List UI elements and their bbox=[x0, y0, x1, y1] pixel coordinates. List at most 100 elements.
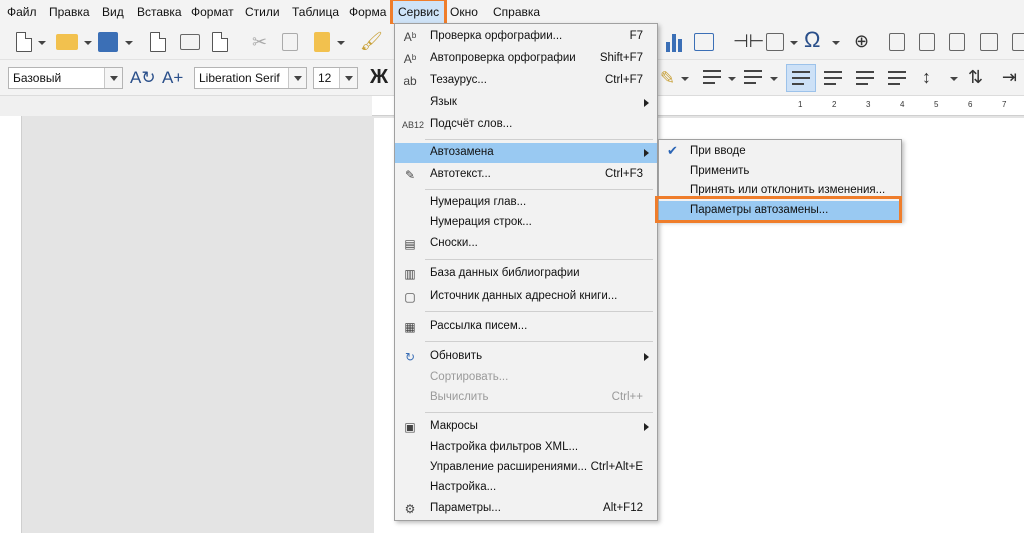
gear-icon: ⚙ bbox=[404, 502, 416, 516]
menu-item-mail-merge[interactable]: ▦ Рассылка писем... bbox=[395, 317, 657, 337]
menu-table[interactable]: Таблица bbox=[292, 0, 339, 24]
chevron-down-icon[interactable] bbox=[125, 41, 133, 45]
submenu-item-apply[interactable]: Применить bbox=[659, 162, 901, 182]
cut-icon[interactable]: ✂ bbox=[252, 31, 267, 53]
chevron-down-icon[interactable] bbox=[337, 41, 345, 45]
menu-item-label: Настройка... bbox=[430, 481, 497, 493]
menu-item-spellcheck[interactable]: Aᵇ Проверка орфографии... F7 bbox=[395, 27, 657, 47]
clone-formatting-icon[interactable]: 🖌 bbox=[360, 30, 383, 52]
spellcheck-icon: Aᵇ bbox=[403, 30, 417, 44]
menu-item-word-count[interactable]: AB12 Подсчёт слов... bbox=[395, 115, 657, 135]
highlight-icon[interactable]: ✎ bbox=[660, 67, 675, 89]
vertical-ruler[interactable] bbox=[0, 116, 22, 533]
chevron-down-icon[interactable] bbox=[950, 77, 958, 81]
chevron-down-icon[interactable] bbox=[770, 77, 778, 81]
menu-item-xml-filters[interactable]: Настройка фильтров XML... bbox=[395, 438, 657, 458]
menu-item-shortcut: Alt+F12 bbox=[603, 502, 643, 514]
open-folder-icon[interactable] bbox=[56, 34, 78, 50]
menu-styles[interactable]: Стили bbox=[245, 0, 280, 24]
shapes-icon[interactable] bbox=[1012, 33, 1024, 51]
align-center-icon[interactable] bbox=[824, 71, 842, 85]
page-break-icon[interactable]: ⊣⊢ bbox=[733, 30, 764, 52]
menu-help[interactable]: Справка bbox=[493, 0, 540, 24]
field-icon[interactable] bbox=[766, 33, 784, 51]
menu-form[interactable]: Форма bbox=[349, 0, 386, 24]
menu-item-bibliography[interactable]: ▥ База данных библиографии bbox=[395, 264, 657, 284]
align-left-icon bbox=[792, 71, 810, 85]
menu-item-autotext[interactable]: ✎ Автотекст... Ctrl+F3 bbox=[395, 165, 657, 185]
save-icon[interactable] bbox=[98, 32, 118, 52]
menu-item-line-numbering[interactable]: Нумерация строк... bbox=[395, 213, 657, 233]
font-name-combo[interactable]: Liberation Serif bbox=[194, 67, 307, 89]
menu-item-autospellcheck[interactable]: Aᵇ Автопроверка орфографии Shift+F7 bbox=[395, 49, 657, 69]
new-style-icon[interactable]: A+ bbox=[162, 67, 183, 89]
menu-item-address-book[interactable]: ▢ Источник данных адресной книги... bbox=[395, 287, 657, 307]
menu-item-language[interactable]: Язык bbox=[395, 93, 657, 113]
menu-item-label: Рассылка писем... bbox=[430, 320, 528, 332]
align-right-icon[interactable] bbox=[856, 71, 874, 85]
paste-icon[interactable] bbox=[314, 32, 330, 52]
menu-item-options[interactable]: ⚙ Параметры... Alt+F12 bbox=[395, 499, 657, 519]
menu-item-footnotes[interactable]: ▤ Сноски... bbox=[395, 234, 657, 254]
chevron-down-icon[interactable] bbox=[681, 77, 689, 81]
menu-item-thesaurus[interactable]: ab Тезаурус... Ctrl+F7 bbox=[395, 71, 657, 91]
chevron-down-icon[interactable] bbox=[790, 41, 798, 45]
export-pdf-icon[interactable] bbox=[150, 32, 166, 52]
menu-item-customize[interactable]: Настройка... bbox=[395, 478, 657, 498]
chevron-down-icon[interactable] bbox=[84, 41, 92, 45]
macros-icon: ▣ bbox=[404, 420, 416, 434]
submenu-item-while-typing[interactable]: ✔ При вводе bbox=[659, 142, 901, 162]
special-character-icon[interactable]: Ω bbox=[804, 29, 820, 51]
menu-item-calculate[interactable]: Вычислить Ctrl++ bbox=[395, 388, 657, 408]
font-size-combo[interactable]: 12 bbox=[313, 67, 358, 89]
chevron-down-icon[interactable] bbox=[339, 68, 357, 88]
footnote-icon[interactable] bbox=[889, 33, 905, 51]
footnotes-icon: ▤ bbox=[404, 237, 416, 251]
menu-window[interactable]: Окно bbox=[450, 0, 478, 24]
ruler-number: 7 bbox=[1002, 100, 1007, 109]
text-box-icon[interactable] bbox=[694, 33, 714, 51]
menu-edit[interactable]: Правка bbox=[49, 0, 90, 24]
menu-item-chapter-numbering[interactable]: Нумерация глав... bbox=[395, 193, 657, 213]
justify-icon[interactable] bbox=[888, 71, 906, 85]
menu-file[interactable]: Файл bbox=[7, 0, 37, 24]
menu-item-sort[interactable]: Сортировать... bbox=[395, 368, 657, 388]
menu-insert[interactable]: Вставка bbox=[137, 0, 182, 24]
chevron-down-icon[interactable] bbox=[832, 41, 840, 45]
chevron-down-icon[interactable] bbox=[728, 77, 736, 81]
comment-icon[interactable] bbox=[949, 33, 965, 51]
menu-item-label: Макросы bbox=[430, 420, 478, 432]
paragraph-style-combo[interactable]: Базовый bbox=[8, 67, 123, 89]
menu-format[interactable]: Формат bbox=[191, 0, 234, 24]
chevron-down-icon[interactable] bbox=[288, 68, 306, 88]
paragraph-spacing-icon[interactable]: ⇅ bbox=[968, 66, 983, 88]
chevron-down-icon[interactable] bbox=[38, 41, 46, 45]
print-preview-icon[interactable] bbox=[212, 32, 228, 52]
endnote-icon[interactable] bbox=[919, 33, 935, 51]
menu-separator bbox=[425, 341, 653, 342]
bold-button[interactable]: Ж bbox=[370, 66, 388, 89]
track-changes-icon[interactable] bbox=[980, 33, 998, 51]
menu-view[interactable]: Вид bbox=[102, 0, 124, 24]
bullet-list-icon[interactable] bbox=[703, 70, 721, 84]
copy-icon[interactable] bbox=[282, 33, 298, 51]
bibliography-icon: ▥ bbox=[404, 267, 416, 281]
print-icon[interactable] bbox=[180, 34, 200, 50]
update-style-icon[interactable]: A↻ bbox=[130, 67, 156, 89]
new-document-icon[interactable] bbox=[16, 32, 32, 52]
line-spacing-icon[interactable]: ↕ bbox=[922, 66, 931, 88]
menu-item-update[interactable]: ↻ Обновить bbox=[395, 347, 657, 367]
menu-item-macros[interactable]: ▣ Макросы bbox=[395, 417, 657, 437]
indent-icon[interactable]: ⇥ bbox=[1002, 66, 1017, 88]
menu-item-extension-manager[interactable]: Управление расширениями... Ctrl+Alt+E bbox=[395, 458, 657, 478]
menu-tools[interactable]: Сервис bbox=[389, 0, 448, 26]
chart-icon[interactable] bbox=[664, 32, 684, 52]
menu-item-autocorrect[interactable]: Автозамена bbox=[395, 143, 657, 163]
chevron-down-icon[interactable] bbox=[104, 68, 122, 88]
menu-item-label: Нумерация строк... bbox=[430, 216, 532, 228]
hyperlink-icon[interactable]: ⊕ bbox=[854, 30, 869, 52]
annotation-highlight-box bbox=[655, 196, 902, 223]
checkmark-icon: ✔ bbox=[667, 143, 678, 158]
update-icon: ↻ bbox=[404, 350, 416, 364]
numbered-list-icon[interactable] bbox=[744, 70, 762, 84]
